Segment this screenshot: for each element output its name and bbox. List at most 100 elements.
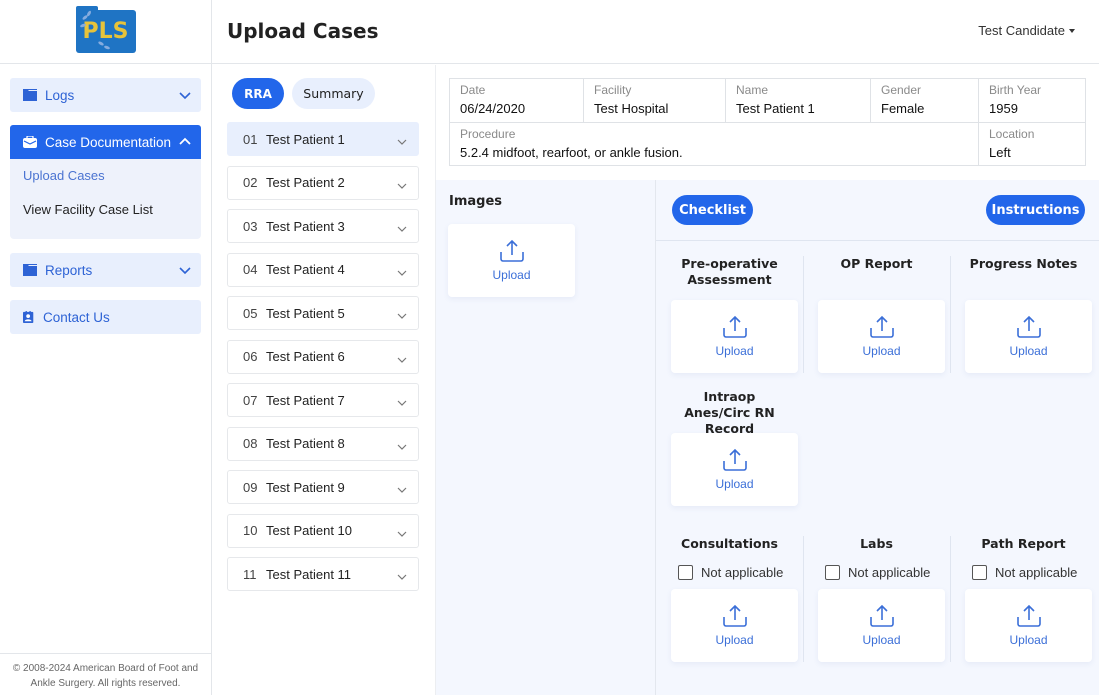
upload-icon [869,604,894,627]
chevron-down-icon [397,183,407,189]
chevron-down-icon [397,487,407,493]
upload-icon [499,239,524,262]
patient-list-item[interactable]: 01 Test Patient 1 [227,122,419,156]
patient-list-item[interactable]: 11 Test Patient 11 [227,557,419,591]
sidebar-subitem-upload-cases[interactable]: Upload Cases [23,167,201,201]
sidebar-subitem-view-facility-case-list[interactable]: View Facility Case List [23,201,201,235]
patient-name: Test Patient 11 [266,566,352,582]
images-upload-button[interactable]: Upload [448,224,575,297]
patient-list-item[interactable]: 07 Test Patient 7 [227,383,419,417]
document-upload-button[interactable]: Upload [818,589,945,662]
patient-name: Test Patient 7 [266,392,345,408]
checkbox[interactable] [972,565,987,580]
upload-label: Upload [1009,633,1048,647]
patient-list-item[interactable]: 09 Test Patient 9 [227,470,419,504]
tab-summary[interactable]: Summary [292,78,375,109]
sidebar-item-label: Contact Us [43,309,110,325]
document-upload-button[interactable]: Upload [965,300,1092,373]
upload-icon [1016,315,1041,338]
field-value: Test Hospital [594,101,669,116]
case-info-table: Date 06/24/2020 Facility Test Hospital N… [449,78,1086,166]
patient-name: Test Patient 3 [266,218,345,234]
upload-icon [1016,604,1041,627]
instructions-button[interactable]: Instructions [986,195,1085,225]
patient-number: 09 [243,479,258,495]
chevron-down-icon [397,270,407,276]
upload-label: Upload [715,633,754,647]
patient-number: 05 [243,305,258,321]
tab-rra[interactable]: RRA [232,78,284,109]
patient-number: 01 [243,131,258,147]
upload-label: Upload [492,268,531,282]
briefcase-icon [23,136,37,148]
field-value: 06/24/2020 [460,101,526,116]
sidebar-item-label: Reports [45,262,93,278]
not-applicable-checkbox[interactable]: Not applicable [825,565,930,580]
logo-text: PLS [82,18,129,44]
upload-icon [722,315,747,338]
patient-list-item[interactable]: 08 Test Patient 8 [227,426,419,461]
sidebar-item-reports[interactable]: Reports [10,253,201,287]
case-detail-panel: Date 06/24/2020 Facility Test Hospital N… [436,65,1099,695]
patient-name: Test Patient 9 [266,479,345,495]
upload-label: Upload [715,477,754,491]
patient-list-item[interactable]: 06 Test Patient 6 [227,339,419,374]
patient-list-item[interactable]: 03 Test Patient 3 [227,209,419,243]
field-value: Left [989,145,1011,160]
page-title: Upload Cases [227,19,379,43]
sidebar-item-case-documentation[interactable]: Case Documentation [10,125,201,159]
upload-label: Upload [862,344,901,358]
field-label: Birth Year [989,83,1042,97]
document-upload-button[interactable]: Upload [965,589,1092,662]
document-title: Progress Notes [969,256,1078,271]
document-upload-button[interactable]: Upload [671,433,798,506]
chevron-down-icon [397,531,407,537]
folder-icon [23,264,37,276]
copyright-footer: © 2008-2024 American Board of Foot and A… [0,653,211,695]
patient-list-item[interactable]: 05 Test Patient 5 [227,296,419,330]
sidebar-item-label: Case Documentation [45,134,172,150]
patient-list-panel: RRA Summary 01 Test Patient 1 02 Test Patie… [212,65,436,695]
chevron-down-icon [397,313,407,319]
patient-number: 08 [243,436,258,451]
field-label: Gender [881,83,922,97]
document-upload-button[interactable]: Upload [671,300,798,373]
document-title: Path Report [981,536,1066,551]
case-info-area: Date 06/24/2020 Facility Test Hospital N… [436,65,1099,180]
user-menu-dropdown[interactable]: Test Candidate [978,23,1075,38]
patient-list-item[interactable]: 04 Test Patient 4 [227,252,419,287]
checkbox[interactable] [825,565,840,580]
patient-list-item[interactable]: 10 Test Patient 10 [227,513,419,548]
pls-logo[interactable]: PLS [75,5,136,53]
sidebar-item-logs[interactable]: Logs [10,78,201,112]
case-info-procedure: Procedure 5.2.4 midfoot, rearfoot, or an… [450,123,979,165]
patient-list-item[interactable]: 02 Test Patient 2 [227,165,419,200]
upload-label: Upload [862,633,901,647]
field-value: 1959 [989,101,1018,116]
column-divider [803,256,804,373]
document-upload-button[interactable]: Upload [818,300,945,373]
field-label: Facility [594,83,632,97]
contact-icon [23,311,34,323]
patient-number: 11 [243,566,257,582]
field-value: Female [881,101,925,116]
user-name: Test Candidate [978,23,1065,38]
chevron-up-icon [179,137,191,145]
field-value: Test Patient 1 [736,101,815,116]
chevron-down-icon [397,400,407,406]
checklist-button[interactable]: Checklist [672,195,753,225]
not-applicable-checkbox[interactable]: Not applicable [678,565,783,580]
field-label: Name [736,83,769,97]
document-title: OP Report [840,256,913,271]
logo-area: PLS [0,0,211,64]
patient-name: Test Patient 6 [266,349,345,364]
field-label: Date [460,83,486,97]
sidebar-item-contact-us[interactable]: Contact Us [10,300,201,334]
document-title: Pre-operative Assessment [681,256,778,287]
upload-icon [722,604,747,627]
checkbox[interactable] [678,565,693,580]
patient-name: Test Patient 2 [266,175,345,190]
chevron-down-icon [179,267,191,275]
not-applicable-checkbox[interactable]: Not applicable [972,565,1077,580]
document-upload-button[interactable]: Upload [671,589,798,662]
